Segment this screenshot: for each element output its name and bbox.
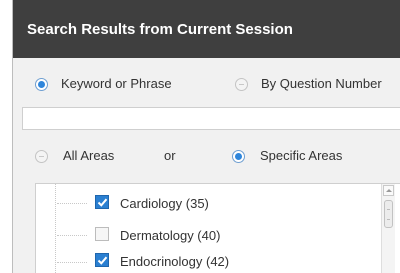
keyword-phrase-label[interactable]: Keyword or Phrase <box>61 76 172 91</box>
cardiology-checkbox[interactable] <box>95 195 109 209</box>
panel-header: Search Results from Current Session <box>12 0 400 58</box>
keyword-phrase-radio[interactable] <box>35 78 48 91</box>
areas-scrollbar[interactable] <box>381 184 395 273</box>
tree-connector <box>57 262 87 263</box>
or-separator: or <box>164 148 176 163</box>
checkmark-icon <box>97 256 108 265</box>
scrollbar-thumb[interactable] <box>384 200 393 228</box>
search-input[interactable] <box>22 107 400 130</box>
scroll-up-arrow-icon[interactable] <box>383 185 394 196</box>
tree-connector <box>57 235 87 236</box>
all-areas-label[interactable]: All Areas <box>63 148 114 163</box>
specific-areas-radio[interactable] <box>232 150 245 163</box>
dermatology-label[interactable]: Dermatology (40) <box>120 228 220 243</box>
checkmark-icon <box>97 198 108 207</box>
panel-title: Search Results from Current Session <box>27 21 293 38</box>
dermatology-checkbox[interactable] <box>95 227 109 241</box>
question-number-radio[interactable] <box>235 78 248 91</box>
question-number-label[interactable]: By Question Number <box>261 76 382 91</box>
tree-connector-line <box>55 184 56 273</box>
cardiology-label[interactable]: Cardiology (35) <box>120 196 209 211</box>
tree-connector <box>57 203 87 204</box>
all-areas-radio[interactable] <box>35 150 48 163</box>
specific-areas-label[interactable]: Specific Areas <box>260 148 342 163</box>
endocrinology-label[interactable]: Endocrinology (42) <box>120 254 229 269</box>
endocrinology-checkbox[interactable] <box>95 253 109 267</box>
